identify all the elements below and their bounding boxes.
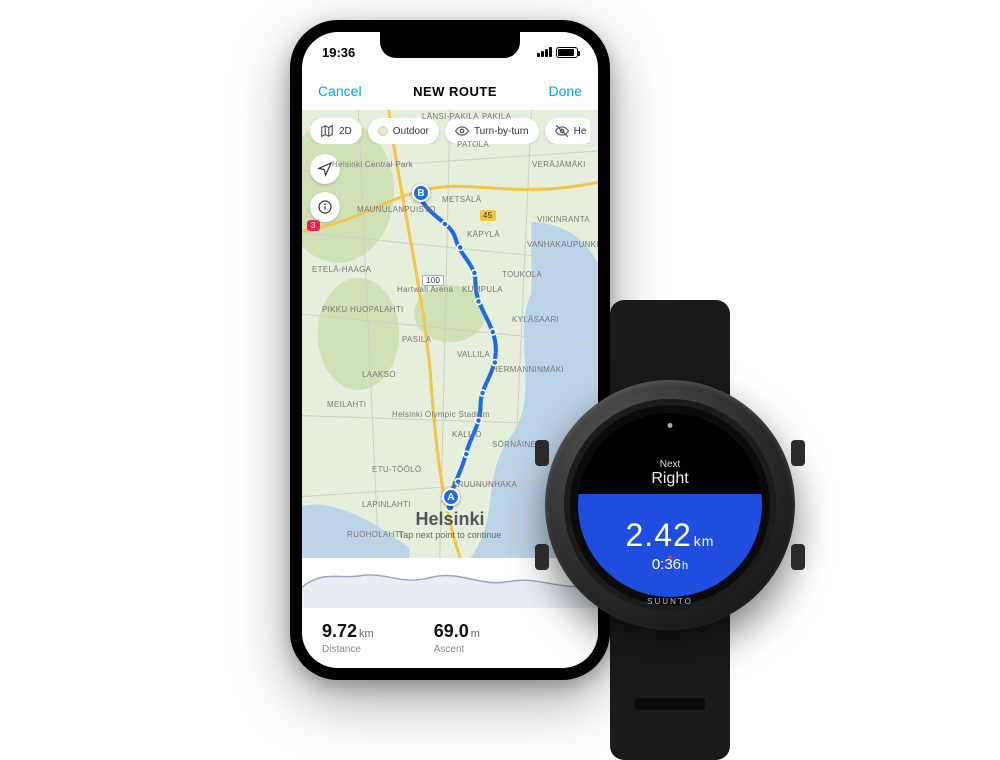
info-icon [317,199,333,215]
watch-case: Next Right 2.42km 0:36h SUUNTO [545,380,795,630]
watch-distance-value: 2.42 [626,517,692,553]
watch-button[interactable] [535,440,549,466]
stat-ascent: 69.0m Ascent [434,621,480,655]
distance-label: Distance [322,644,374,655]
watch-device: Next Right 2.42km 0:36h SUUNTO [520,340,820,700]
watch-face[interactable]: Next Right 2.42km 0:36h [578,413,762,597]
route-point-b[interactable]: B [412,184,430,202]
chip-turnbyturn[interactable]: Turn-by-turn [445,118,539,144]
watch-button[interactable] [535,544,549,570]
watch-brand: SUUNTO [647,597,693,606]
chip-2d[interactable]: 2D [310,118,362,144]
chip-heatmap[interactable]: He [545,118,590,144]
ascent-label: Ascent [434,644,480,655]
watch-time-value: 0:36 [652,556,681,573]
chip-heatmap-label: He [574,126,587,137]
phone-notch [380,32,520,58]
battery-icon [556,47,578,58]
chip-outdoor[interactable]: Outdoor [368,118,439,144]
watch-button[interactable] [791,440,805,466]
chip-turnbyturn-label: Turn-by-turn [474,126,529,137]
distance-unit: km [359,628,374,640]
watch-next-label: Next [660,459,681,470]
outdoor-color-icon [378,126,388,136]
route-point-a[interactable]: A [442,488,460,506]
stat-distance: 9.72km Distance [322,621,374,655]
info-button[interactable] [310,192,340,222]
brand-dot-icon [668,555,672,559]
watch-direction: Right [651,470,688,488]
locate-me-button[interactable] [310,154,340,184]
watch-bezel: Next Right 2.42km 0:36h [564,399,776,611]
map-chips-row: 2D Outdoor Turn-by-turn He [310,118,590,144]
ascent-value: 69.0 [434,621,469,641]
watch-time-unit: h [682,560,688,572]
watch-button[interactable] [791,544,805,570]
chip-2d-label: 2D [339,126,352,137]
chip-outdoor-label: Outdoor [393,126,429,137]
eye-off-icon [555,124,569,138]
cancel-button[interactable]: Cancel [318,83,362,99]
watch-top-marker-icon [668,423,673,428]
status-time: 19:36 [322,45,355,60]
watch-distance-unit: km [694,533,715,549]
page-title: NEW ROUTE [413,84,497,99]
done-button[interactable]: Done [549,83,582,99]
map-2d-icon [320,124,334,138]
eye-icon [455,124,469,138]
distance-value: 9.72 [322,621,357,641]
location-arrow-icon [317,161,333,177]
signal-icon [537,47,552,57]
ascent-unit: m [471,628,480,640]
nav-bar: Cancel NEW ROUTE Done [302,72,598,110]
